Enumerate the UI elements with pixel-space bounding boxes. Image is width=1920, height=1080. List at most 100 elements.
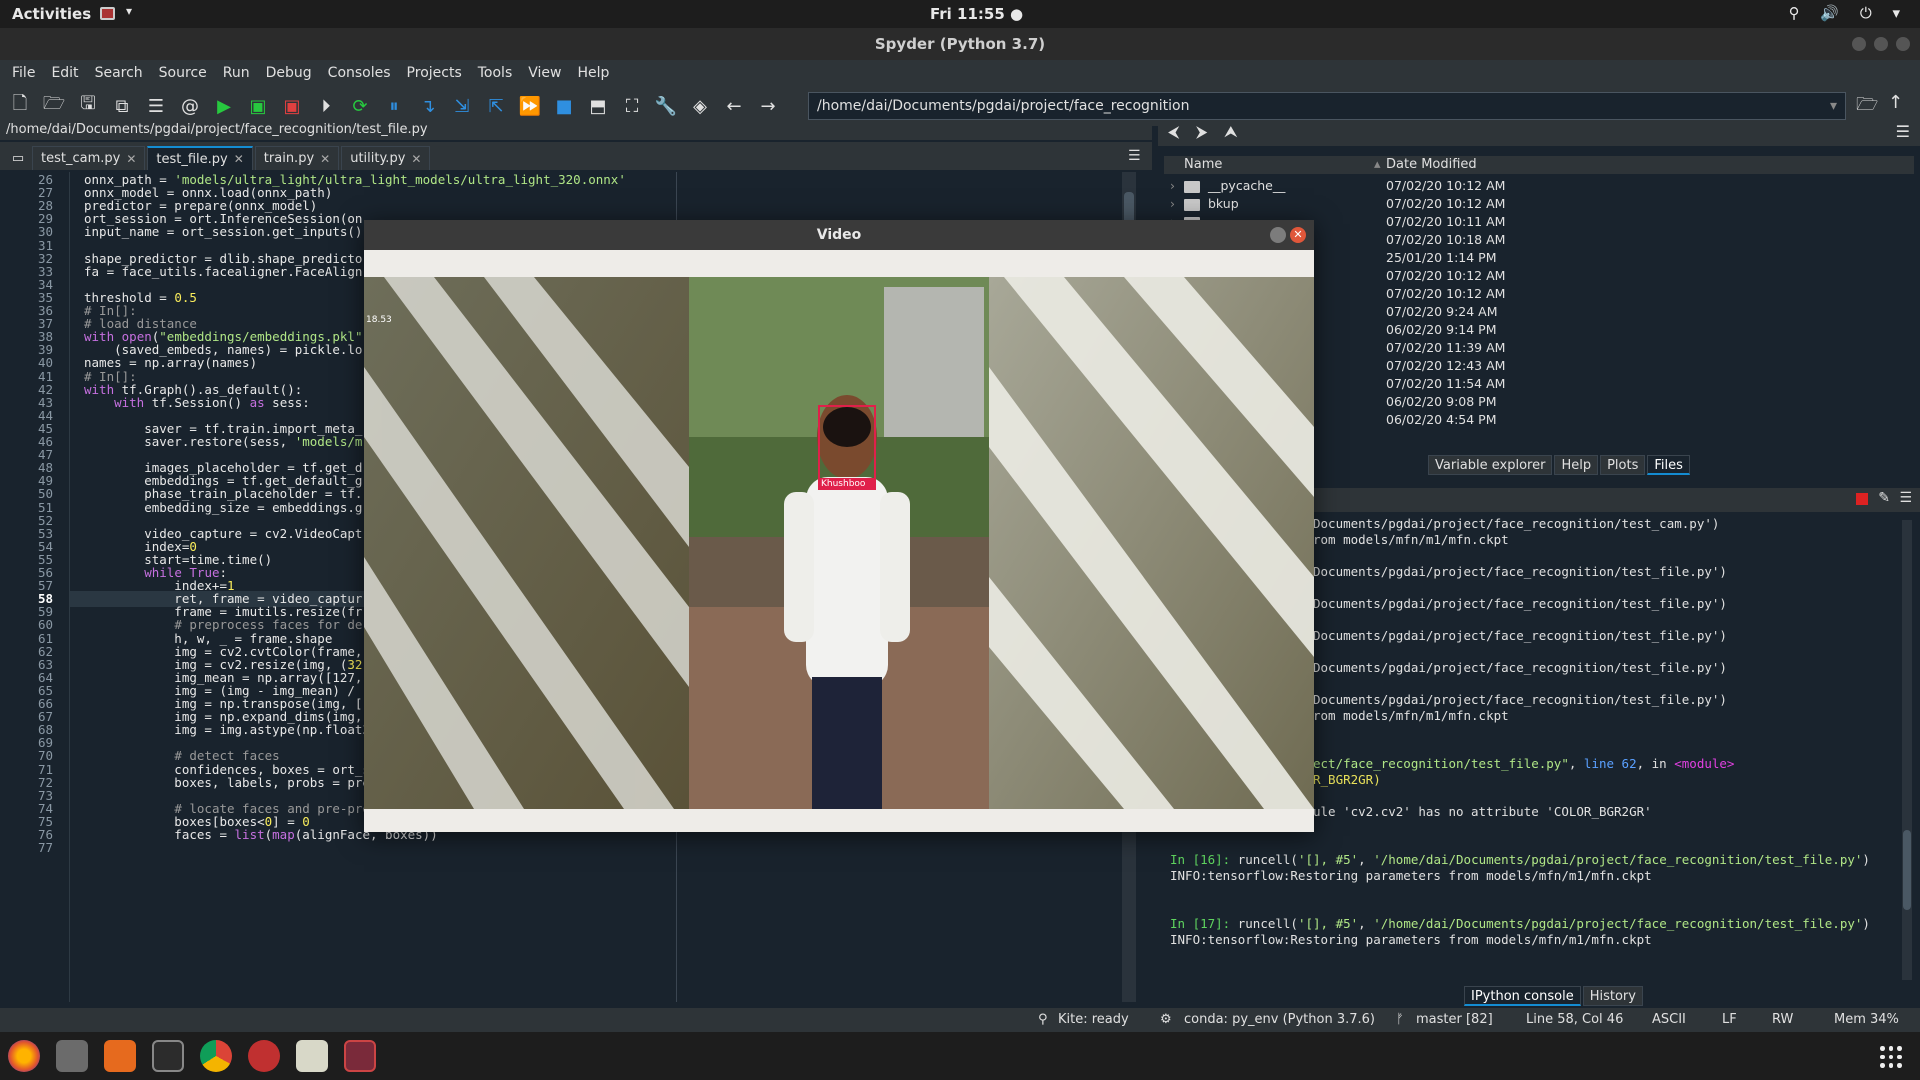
new-file-icon[interactable]: 🗋 xyxy=(8,93,32,118)
console-options-icon[interactable]: ☰ xyxy=(1899,490,1912,506)
code-line[interactable]: fa = face_utils.facealigner.FaceAlign xyxy=(84,264,362,280)
menu-view[interactable]: View xyxy=(528,65,561,81)
close-tab-icon[interactable]: ✕ xyxy=(411,152,421,166)
maximize-icon[interactable] xyxy=(1874,37,1888,51)
editor-tab-label: test_file.py xyxy=(156,151,228,167)
code-line[interactable]: saver.restore(sess, 'models/m xyxy=(84,434,362,450)
video-window-title[interactable]: Video xyxy=(364,220,1314,250)
column-date-modified[interactable]: Date Modified xyxy=(1386,157,1477,172)
run-icon[interactable]: ▶ xyxy=(212,94,236,118)
menu-run[interactable]: Run xyxy=(223,65,250,81)
files-icon[interactable] xyxy=(56,1040,88,1072)
interrupt-kernel-icon[interactable] xyxy=(1856,493,1868,505)
up-icon[interactable]: ⮝ xyxy=(1224,122,1238,142)
menu-source[interactable]: Source xyxy=(159,65,207,81)
minimize-icon[interactable] xyxy=(1270,227,1286,243)
editor-tab-label: test_cam.py xyxy=(41,151,121,166)
terminal-icon[interactable] xyxy=(152,1040,184,1072)
run-cell-advance-icon[interactable]: ▣ xyxy=(280,94,304,118)
text-editor-icon[interactable] xyxy=(296,1040,328,1072)
menu-help[interactable]: Help xyxy=(577,65,609,81)
column-name[interactable]: Name xyxy=(1184,157,1222,172)
tab-history[interactable]: History xyxy=(1582,986,1643,1006)
editor-tab[interactable]: test_file.py ✕ xyxy=(147,146,253,170)
save-icon[interactable]: 🖫 xyxy=(76,93,100,118)
window-controls xyxy=(1852,37,1910,51)
firefox-icon[interactable] xyxy=(8,1040,40,1072)
continue-icon[interactable]: ⏩ xyxy=(518,94,542,118)
system-tray[interactable]: ⚲ 🔊 ⏻ ▾ xyxy=(1789,4,1908,22)
fullscreen-icon[interactable]: ⛶ xyxy=(620,94,644,118)
working-directory-field[interactable]: /home/dai/Documents/pgdai/project/face_r… xyxy=(808,92,1846,120)
forward-arrow-icon[interactable]: → xyxy=(756,94,780,118)
menu-debug[interactable]: Debug xyxy=(266,65,312,81)
code-line[interactable]: embedding_size = embeddings.g xyxy=(84,500,362,516)
at-icon[interactable]: @ xyxy=(178,94,202,118)
editor-tab-bar: ▭ test_cam.py ✕ test_file.py ✕ train.py ✕ util… xyxy=(0,142,1152,170)
back-icon[interactable]: ⮜ xyxy=(1168,122,1179,142)
tab-files[interactable]: Files xyxy=(1647,455,1690,475)
list-icon[interactable]: ☰ xyxy=(144,94,168,118)
open-file-icon[interactable]: 🗁 xyxy=(42,93,66,118)
menu-consoles[interactable]: Consoles xyxy=(328,65,391,81)
menu-projects[interactable]: Projects xyxy=(407,65,462,81)
expand-icon[interactable]: › xyxy=(1170,178,1175,193)
spyder-icon[interactable] xyxy=(248,1040,280,1072)
menu-file[interactable]: File xyxy=(12,65,35,81)
pane-options-icon[interactable]: ☰ xyxy=(1896,122,1910,141)
step-return-icon[interactable]: ⇱ xyxy=(484,94,508,118)
chevron-down-icon[interactable]: ▾ xyxy=(1830,93,1837,119)
code-line[interactable]: img = img.astype(np.float32) xyxy=(84,722,385,738)
tab-plots[interactable]: Plots xyxy=(1600,455,1646,475)
rerun-icon[interactable]: ⟳ xyxy=(348,94,372,118)
minimize-icon[interactable] xyxy=(1852,37,1866,51)
app-menu-icon[interactable] xyxy=(100,7,115,20)
editor-tab[interactable]: test_cam.py ✕ xyxy=(32,146,146,170)
show-apps-icon[interactable] xyxy=(1880,1046,1902,1068)
preferences-icon[interactable]: 🔧 xyxy=(654,94,678,118)
tab-ipython-console[interactable]: IPython console xyxy=(1464,986,1581,1006)
back-arrow-icon[interactable]: ← xyxy=(722,94,746,118)
close-icon[interactable] xyxy=(1896,37,1910,51)
python-path-icon[interactable]: ◈ xyxy=(688,94,712,118)
close-icon[interactable]: ✕ xyxy=(1290,227,1306,243)
step-icon[interactable]: ↴ xyxy=(416,94,440,118)
close-tab-icon[interactable]: ✕ xyxy=(234,152,244,166)
save-all-icon[interactable]: ⧉ xyxy=(110,94,134,118)
clear-console-icon[interactable]: ✎ xyxy=(1878,490,1890,506)
close-tab-icon[interactable]: ✕ xyxy=(320,152,330,166)
console-scrollbar[interactable] xyxy=(1902,520,1912,980)
chevron-down-icon[interactable]: ▾ xyxy=(126,4,132,18)
video-window[interactable]: Video ✕ 18.53 Khushboo xyxy=(364,220,1314,832)
tab-variable-explorer[interactable]: Variable explorer xyxy=(1428,455,1553,475)
run-cell-icon[interactable]: ▣ xyxy=(246,94,270,118)
tab-help[interactable]: Help xyxy=(1554,455,1599,475)
browse-tabs-icon[interactable]: ▭ xyxy=(6,146,30,170)
file-row[interactable]: › bkup 07/02/20 10:12 AM xyxy=(1164,196,1914,214)
code-line[interactable]: with tf.Session() as sess: xyxy=(84,395,310,411)
run-selection-icon[interactable]: ⏵ xyxy=(314,94,338,118)
video-window-icon[interactable] xyxy=(344,1040,376,1072)
maximize-pane-icon[interactable]: ⬒ xyxy=(586,94,610,118)
editor-tab[interactable]: train.py ✕ xyxy=(254,146,340,170)
forward-icon[interactable]: ⮞ xyxy=(1196,122,1208,142)
menu-tools[interactable]: Tools xyxy=(478,65,513,81)
file-row[interactable]: › __pycache__ 07/02/20 10:12 AM xyxy=(1164,178,1914,196)
chrome-icon[interactable] xyxy=(200,1040,232,1072)
stop-icon[interactable]: ■ xyxy=(552,94,576,118)
activities-button[interactable]: Activities xyxy=(12,5,91,23)
clock[interactable]: Fri 11:55 ● xyxy=(930,5,1023,23)
software-center-icon[interactable] xyxy=(104,1040,136,1072)
menu-search[interactable]: Search xyxy=(95,65,143,81)
debug-icon[interactable]: ⏸ xyxy=(382,94,406,118)
editor-tab[interactable]: utility.py ✕ xyxy=(341,146,431,170)
browse-folder-icon[interactable]: 🗁 xyxy=(1856,92,1878,122)
expand-icon[interactable]: › xyxy=(1170,196,1175,211)
step-into-icon[interactable]: ⇲ xyxy=(450,94,474,118)
editor-options-icon[interactable]: ☰ xyxy=(1128,148,1141,164)
parent-dir-icon[interactable]: ↑ xyxy=(1888,92,1903,113)
code-line[interactable]: input_name = ort_session.get_inputs() xyxy=(84,224,362,240)
menu-edit[interactable]: Edit xyxy=(51,65,78,81)
scrollbar-thumb[interactable] xyxy=(1903,830,1911,910)
close-tab-icon[interactable]: ✕ xyxy=(126,152,136,166)
